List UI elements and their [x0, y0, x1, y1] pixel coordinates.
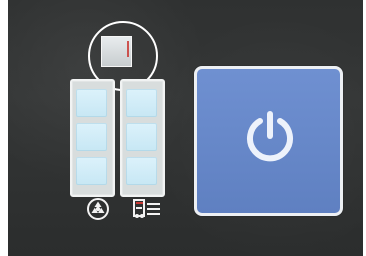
left-level-segment-bottom [76, 157, 107, 185]
left-level-indicator [70, 79, 115, 197]
left-level-segment-middle [76, 123, 107, 151]
printer-list-icon [133, 199, 160, 218]
level-indicator-group [70, 79, 166, 197]
square-indicator-icon [101, 36, 132, 67]
control-panel-scene [0, 0, 366, 256]
right-level-indicator [120, 79, 165, 197]
right-level-segment-bottom [126, 157, 157, 185]
right-level-segment-middle [126, 123, 157, 151]
control-panel-surface [8, 0, 363, 256]
power-button[interactable] [194, 66, 343, 216]
left-level-segment-top [76, 89, 107, 117]
power-icon [247, 111, 293, 162]
radiation-icon [87, 198, 109, 220]
right-level-segment-top [126, 89, 157, 117]
